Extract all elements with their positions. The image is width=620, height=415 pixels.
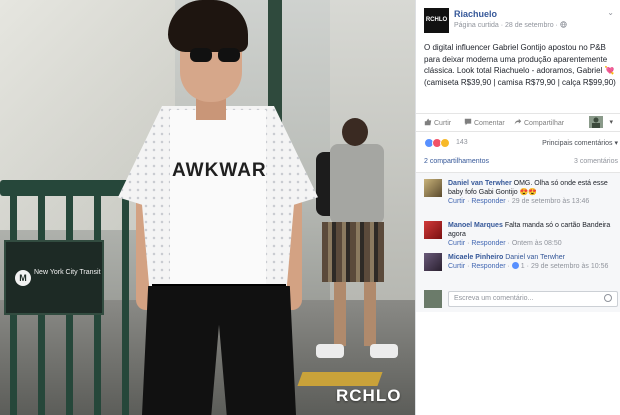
comment-label: Comentar (474, 120, 505, 127)
camera-icon[interactable] (604, 294, 612, 302)
comment-like-link[interactable]: Curtir (448, 263, 465, 270)
subway-sign-text: New York City Transit (34, 269, 101, 276)
share-button[interactable]: Compartilhar (514, 118, 564, 127)
thumbs-up-icon (424, 118, 432, 126)
t-shirt (170, 110, 266, 290)
comment-filter-dropdown[interactable]: Principais comentários ▾ (542, 139, 618, 147)
post-options-chevron-icon[interactable]: ⌄ (607, 8, 614, 17)
like-label: Curtir (434, 120, 452, 127)
comment-reply-link[interactable]: Responder (471, 198, 505, 205)
post-panel: RCHLO Riachuelo Página curtida · 28 de s… (415, 0, 620, 415)
subway-logo-icon: M (15, 270, 31, 286)
post-meta-text: Página curtida · 28 de setembro · (454, 22, 558, 29)
subway-railing: M New York City Transit (0, 180, 135, 415)
comment-reply-link[interactable]: Responder (471, 240, 505, 247)
like-button[interactable]: Curtir (424, 118, 451, 127)
post-photo[interactable]: M New York City Transit AWKWAR RCHLO (0, 0, 415, 415)
avatar[interactable] (424, 179, 442, 197)
share-as-avatar[interactable] (589, 116, 603, 128)
avatar (424, 290, 442, 308)
comment-time[interactable]: 29 de setembro às 13:46 (512, 198, 589, 205)
user-avatar-icon (589, 116, 603, 128)
reactions-summary[interactable]: 143 Principais comentários ▾ (424, 138, 618, 150)
background-person (312, 118, 402, 368)
comment-author[interactable]: Manoel Marques (448, 222, 503, 229)
comment-like-link[interactable]: Curtir (448, 198, 465, 205)
t-shirt-print: AWKWAR (172, 160, 267, 181)
comment-time[interactable]: Ontem às 08:50 (512, 240, 562, 247)
comment-author[interactable]: Micaele Pinheiro (448, 254, 503, 261)
photo-watermark: RCHLO (336, 386, 402, 405)
comment-like-link[interactable]: Curtir (448, 240, 465, 247)
avatar[interactable] (424, 253, 442, 271)
reaction-count[interactable]: 143 (456, 139, 468, 146)
chevron-down-icon[interactable]: ▾ (609, 118, 613, 126)
page-name-link[interactable]: Riachuelo (454, 9, 497, 19)
sunglasses-icon (190, 48, 260, 62)
post-header: RCHLO Riachuelo Página curtida · 28 de s… (424, 8, 614, 34)
share-label: Compartilhar (524, 120, 565, 127)
model-figure: AWKWAR (118, 0, 318, 415)
share-arrow-icon (514, 118, 522, 125)
post-text: O digital influencer Gabriel Gontijo apo… (424, 43, 616, 87)
shares-count-link[interactable]: 2 compartilhamentos (424, 158, 489, 165)
page-logo[interactable]: RCHLO (424, 8, 449, 33)
comment-author[interactable]: Daniel van Terwher (448, 180, 512, 187)
globe-icon (560, 21, 567, 28)
comment-button[interactable]: Comentar (464, 118, 505, 127)
comment-input[interactable]: Escreva um comentário... (448, 291, 618, 307)
comment-like-count[interactable]: 1 (521, 263, 525, 270)
comment-mention[interactable]: Daniel van Terwher (505, 254, 565, 261)
post-stats: 2 compartilhamentos 3 comentários (424, 158, 618, 170)
avatar[interactable] (424, 221, 442, 239)
like-badge-icon (511, 262, 519, 269)
comment-icon (464, 118, 472, 126)
pants (142, 286, 296, 415)
subway-sign: M New York City Transit (4, 240, 104, 315)
action-bar: Curtir Comentar Compartilhar ▾ (416, 113, 620, 132)
model-hair (168, 0, 248, 52)
comment-time[interactable]: 29 de setembro às 10:56 (531, 263, 608, 270)
comments-count[interactable]: 3 comentários (574, 158, 618, 165)
comment-reply-link[interactable]: Responder (471, 263, 505, 270)
haha-reaction-icon (440, 138, 450, 148)
post-meta: Página curtida · 28 de setembro · (454, 21, 567, 29)
comment-composer: Escreva um comentário... (424, 290, 618, 308)
